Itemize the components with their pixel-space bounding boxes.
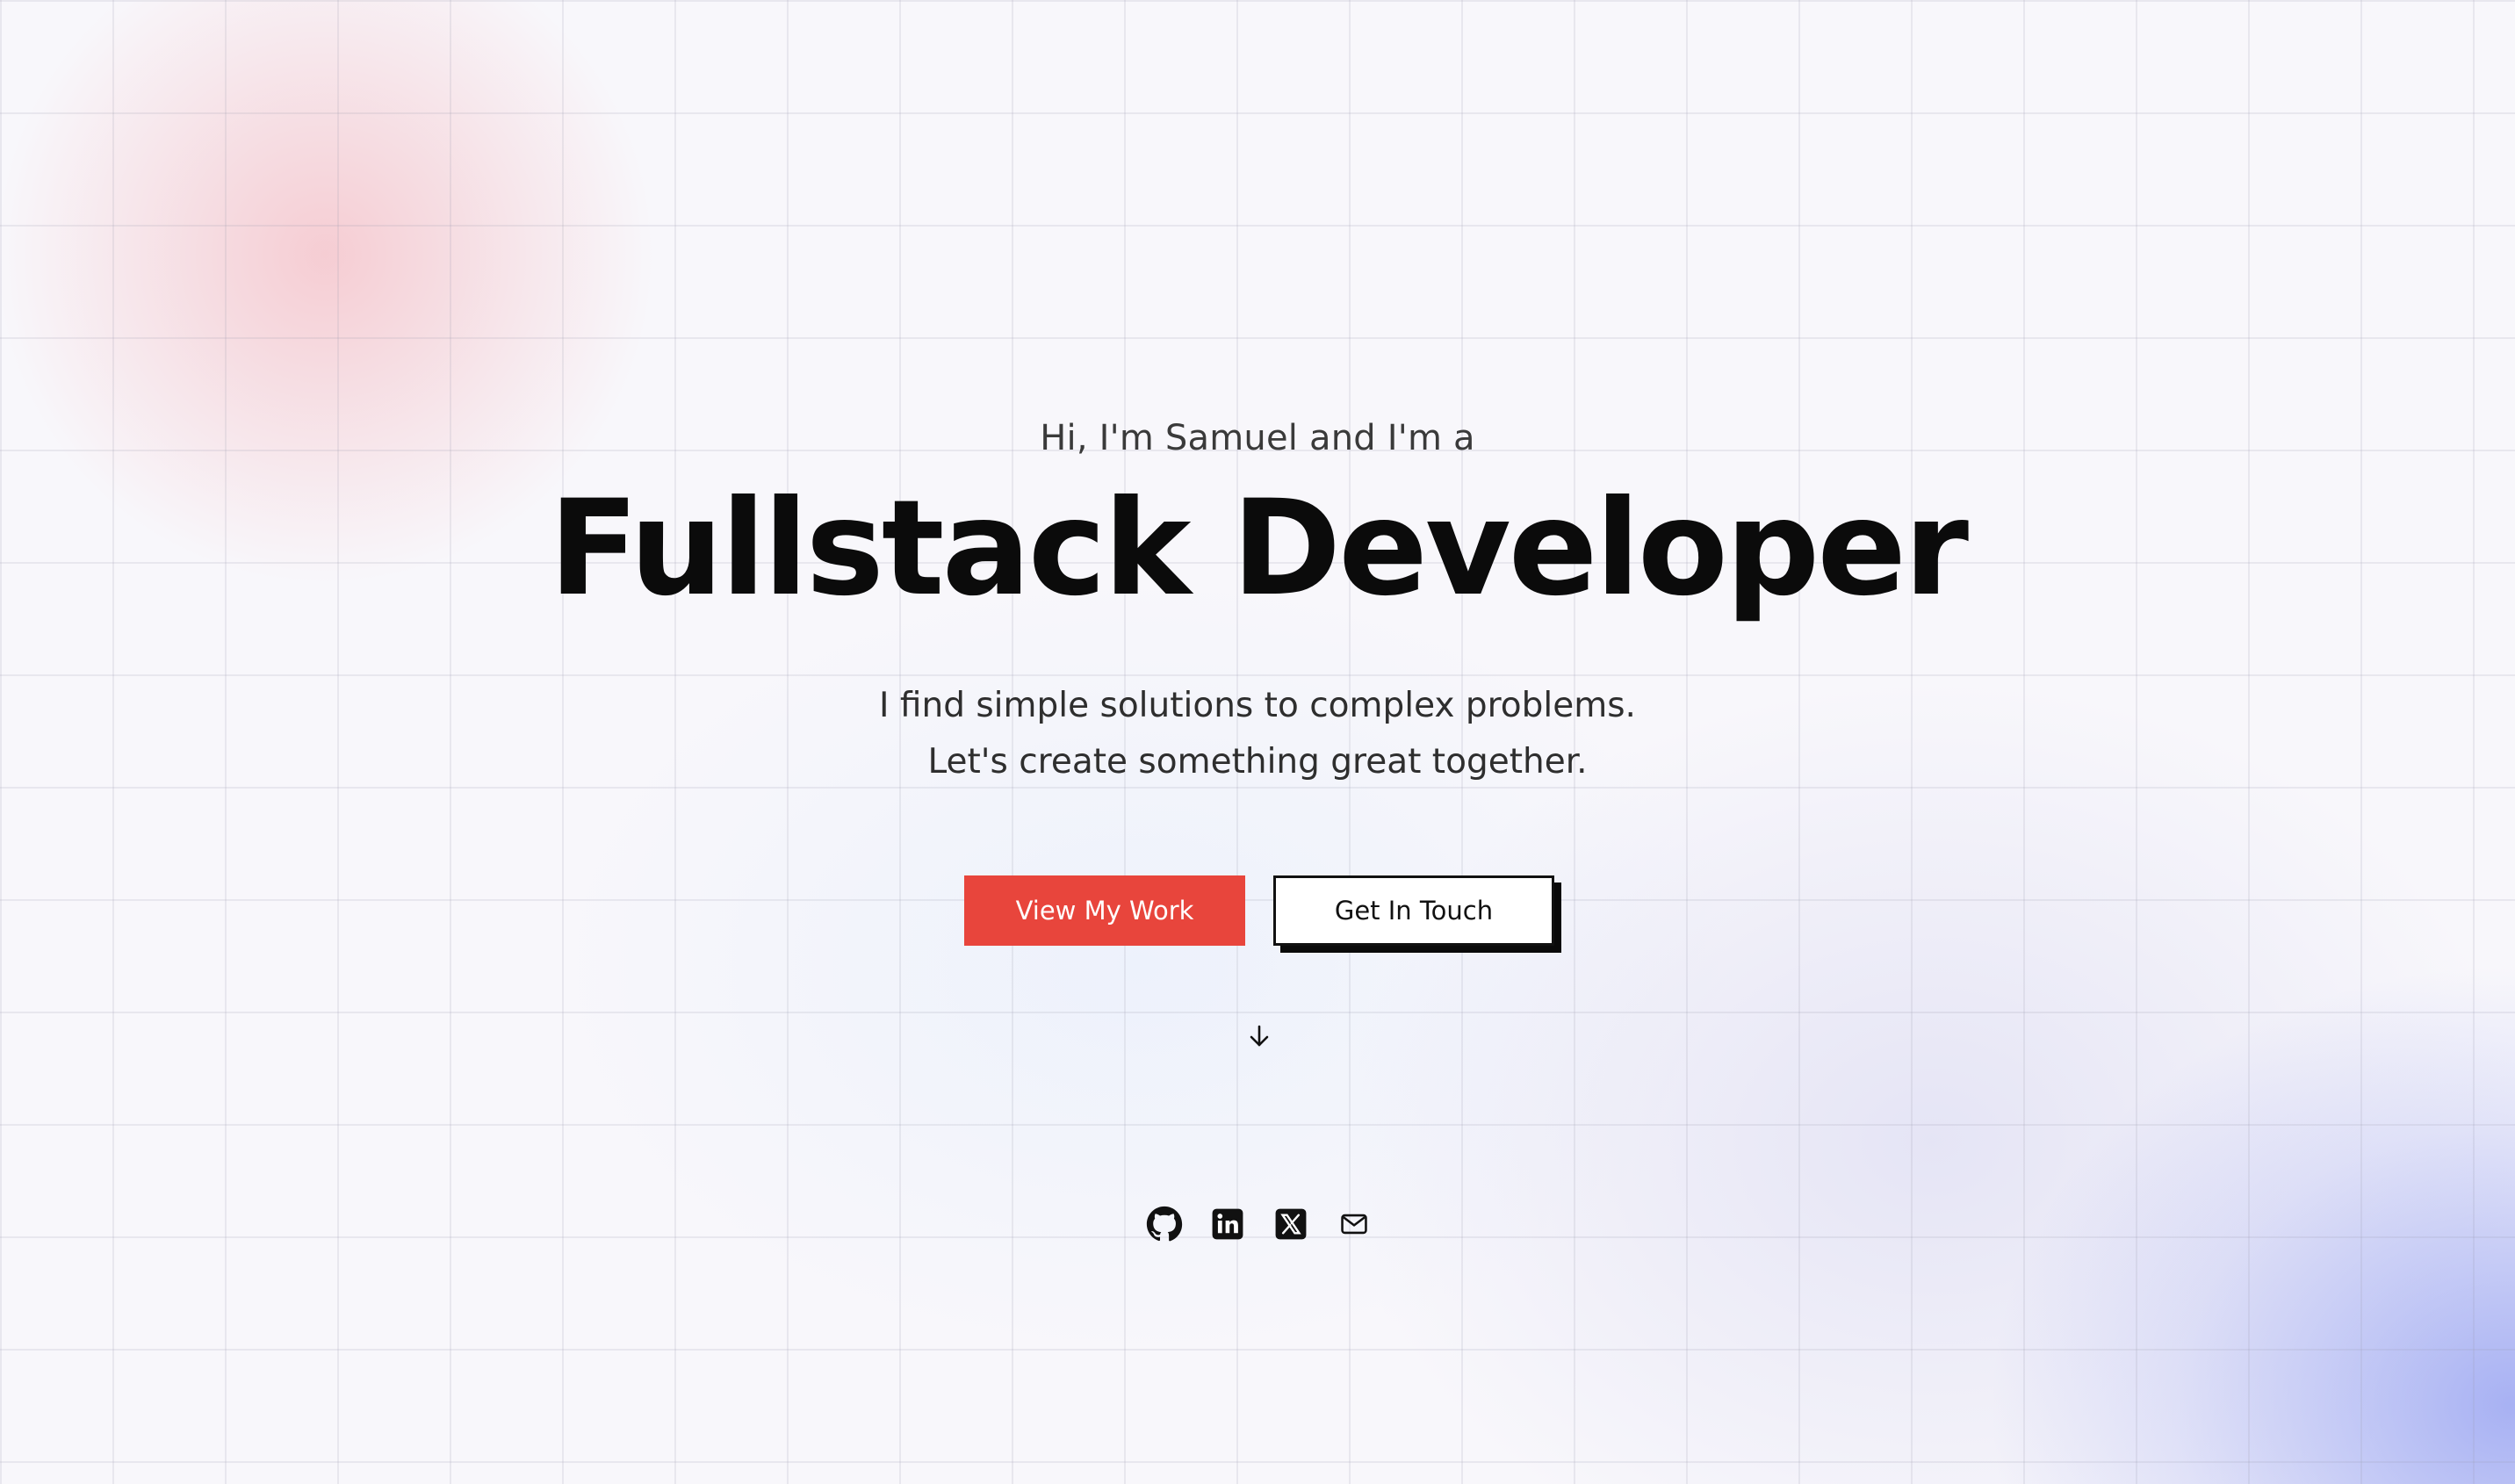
get-in-touch-button[interactable]: Get In Touch [1273, 875, 1554, 946]
linkedin-link[interactable] [1207, 1203, 1249, 1245]
github-icon [1146, 1206, 1183, 1242]
x-link[interactable] [1270, 1203, 1312, 1245]
tagline-line-1: I find simple solutions to complex probl… [879, 686, 1636, 725]
email-link[interactable] [1333, 1203, 1375, 1245]
scroll-down-button[interactable] [1242, 1019, 1277, 1054]
hero-headline: Fullstack Developer [548, 472, 1969, 625]
hero-actions: View My Work Get In Touch [964, 875, 1561, 955]
hero-greeting: Hi, I'm Samuel and I'm a [1040, 418, 1475, 458]
tagline-line-2: Let's create something great together. [927, 742, 1588, 782]
view-my-work-button[interactable]: View My Work [964, 875, 1245, 946]
x-icon [1275, 1208, 1307, 1240]
mail-icon [1341, 1214, 1367, 1235]
social-links [1143, 1203, 1380, 1245]
hero-tagline: I find simple solutions to complex probl… [0, 678, 2515, 790]
arrow-down-icon [1250, 1025, 1269, 1047]
linkedin-icon [1212, 1208, 1243, 1240]
github-link[interactable] [1143, 1203, 1185, 1245]
hero-section: Hi, I'm Samuel and I'm a Fullstack Devel… [0, 0, 2515, 1484]
